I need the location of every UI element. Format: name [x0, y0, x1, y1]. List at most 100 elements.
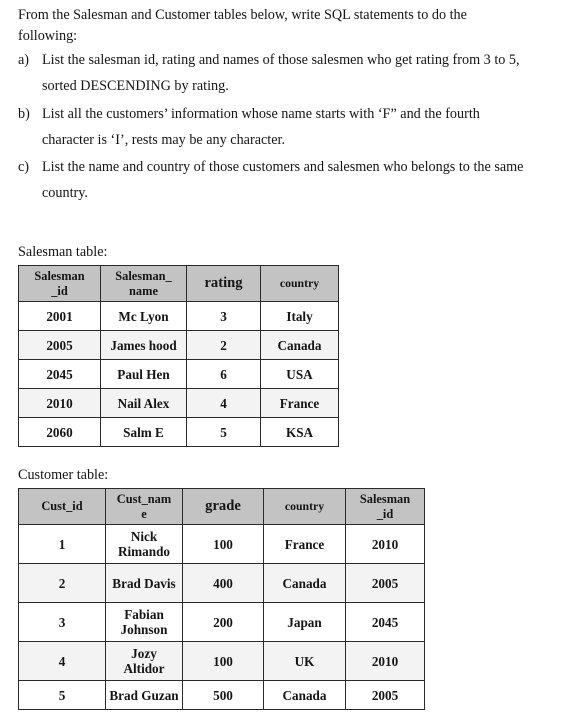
salesman-cell-rating: 2 — [186, 330, 261, 360]
customer-cell-salesman-id: 2010 — [345, 641, 425, 681]
salesman-cell-id: 2045 — [18, 359, 101, 389]
salesman-header-id: Salesman _id — [18, 265, 101, 302]
question-text-a: List the salesman id, rating and names o… — [42, 52, 520, 68]
customer-cell-cust-id: 5 — [18, 680, 106, 710]
salesman-cell-rating: 3 — [186, 301, 261, 331]
customer-cell-salesman-id: 2005 — [345, 680, 425, 710]
customer-cell-country: Canada — [263, 680, 346, 710]
salesman-header-row: Salesman _id Salesman_ name rating count… — [18, 265, 339, 302]
salesman-header-country: country — [260, 265, 339, 302]
customer-cell-grade: 100 — [182, 641, 264, 681]
salesman-cell-country: USA — [260, 359, 339, 389]
table-row: 2 Brad Davis 400 Canada 2005 — [18, 563, 425, 603]
question-item-a: a) List the salesman id, rating and name… — [18, 48, 578, 99]
table-row: 2010 Nail Alex 4 France — [18, 388, 339, 418]
intro-paragraph: From the Salesman and Customer tables be… — [18, 5, 570, 47]
question-text-c: List the name and country of those custo… — [42, 159, 524, 175]
customer-header-row: Cust_id Cust_nam e grade country Salesma… — [18, 488, 425, 525]
question-text-b-line2: character is ‘I’, rests may be any chara… — [42, 131, 286, 148]
customer-cell-country: Canada — [263, 563, 346, 603]
question-text-c-line2: country. — [42, 184, 88, 201]
customer-cell-cust-name-line2: Rimando — [117, 544, 171, 559]
salesman-cell-name: Nail Alex — [100, 388, 187, 418]
question-text-a-line2: sorted DESCENDING by rating. — [42, 77, 229, 94]
customer-cell-country: Japan — [263, 602, 346, 642]
intro-line-2: following: — [18, 28, 78, 44]
customer-cell-cust-name-line1: Jozy — [131, 646, 157, 661]
question-marker-a: a) — [18, 52, 30, 68]
table-row: 2001 Mc Lyon 3 Italy — [18, 301, 339, 331]
document-page: From the Salesman and Customer tables be… — [0, 0, 584, 727]
salesman-cell-rating: 5 — [186, 417, 261, 447]
question-text-b: List all the customers’ information whos… — [42, 106, 480, 122]
customer-header-grade: grade — [182, 488, 264, 525]
salesman-cell-id: 2005 — [18, 330, 101, 360]
salesman-cell-name: Paul Hen — [100, 359, 187, 389]
question-marker-b: b) — [18, 106, 30, 122]
customer-cell-cust-name-line1: Nick — [130, 529, 158, 544]
table-row: 2060 Salm E 5 KSA — [18, 417, 339, 447]
question-list: a) List the salesman id, rating and name… — [18, 48, 578, 206]
table-row: 1 Nick Rimando 100 France 2010 — [18, 524, 425, 564]
customer-header-cust-id: Cust_id — [18, 488, 106, 525]
customer-cell-cust-name-line2: Altidor — [123, 661, 165, 676]
customer-cell-cust-name: Jozy Altidor — [105, 641, 183, 681]
customer-cell-country: UK — [263, 641, 346, 681]
salesman-cell-country: Canada — [260, 330, 339, 360]
table-row: 4 Jozy Altidor 100 UK 2010 — [18, 641, 425, 681]
customer-cell-cust-name: Nick Rimando — [105, 524, 183, 564]
salesman-cell-country: France — [260, 388, 339, 418]
salesman-table-caption: Salesman table: — [18, 244, 108, 260]
salesman-header-name: Salesman_ name — [100, 265, 187, 302]
salesman-header-name-line1: Salesman_ — [115, 269, 172, 283]
salesman-cell-rating: 4 — [186, 388, 261, 418]
customer-cell-cust-name: Brad Guzan — [105, 680, 183, 710]
customer-cell-grade: 400 — [182, 563, 264, 603]
customer-table: Cust_id Cust_nam e grade country Salesma… — [18, 488, 425, 710]
customer-header-cust-name: Cust_nam e — [105, 488, 183, 525]
customer-cell-salesman-id: 2010 — [345, 524, 425, 564]
question-item-b: b) List all the customers’ information w… — [18, 102, 578, 153]
customer-cell-cust-name-line1: Fabian — [124, 607, 164, 622]
customer-cell-cust-id: 3 — [18, 602, 106, 642]
customer-header-cust-name-line2: e — [141, 506, 147, 521]
customer-cell-cust-name: Fabian Johnson — [105, 602, 183, 642]
table-row: 3 Fabian Johnson 200 Japan 2045 — [18, 602, 425, 642]
salesman-header-id-line2: _id — [51, 283, 68, 298]
customer-cell-cust-name: Brad Davis — [105, 563, 183, 603]
table-row: 2045 Paul Hen 6 USA — [18, 359, 339, 389]
salesman-cell-name: James hood — [100, 330, 187, 360]
salesman-cell-id: 2001 — [18, 301, 101, 331]
table-row: 5 Brad Guzan 500 Canada 2005 — [18, 680, 425, 710]
salesman-header-id-line1: Salesman — [34, 269, 85, 283]
customer-header-country: country — [263, 488, 346, 525]
question-item-c: c) List the name and country of those cu… — [18, 155, 578, 206]
table-row: 2005 James hood 2 Canada — [18, 330, 339, 360]
salesman-cell-country: Italy — [260, 301, 339, 331]
salesman-cell-name: Mc Lyon — [100, 301, 187, 331]
customer-cell-grade: 500 — [182, 680, 264, 710]
question-marker-c: c) — [18, 159, 30, 175]
salesman-table: Salesman _id Salesman_ name rating count… — [18, 265, 339, 447]
customer-cell-cust-id: 2 — [18, 563, 106, 603]
customer-header-salesman-id-line1: Salesman — [359, 492, 411, 506]
intro-line-1: From the Salesman and Customer tables be… — [18, 7, 467, 23]
customer-cell-grade: 200 — [182, 602, 264, 642]
customer-cell-cust-id: 4 — [18, 641, 106, 681]
salesman-cell-id: 2060 — [18, 417, 101, 447]
salesman-header-name-line2: name — [129, 283, 158, 298]
salesman-cell-id: 2010 — [18, 388, 101, 418]
customer-header-cust-name-line1: Cust_nam — [116, 492, 172, 506]
customer-cell-grade: 100 — [182, 524, 264, 564]
customer-cell-cust-id: 1 — [18, 524, 106, 564]
customer-cell-salesman-id: 2005 — [345, 563, 425, 603]
salesman-header-rating: rating — [186, 265, 261, 302]
customer-cell-country: France — [263, 524, 346, 564]
customer-header-salesman-id-line2: _id — [376, 506, 394, 521]
customer-table-caption: Customer table: — [18, 467, 109, 483]
salesman-cell-name: Salm E — [100, 417, 187, 447]
salesman-cell-rating: 6 — [186, 359, 261, 389]
salesman-cell-country: KSA — [260, 417, 339, 447]
customer-cell-salesman-id: 2045 — [345, 602, 425, 642]
customer-header-salesman-id: Salesman _id — [345, 488, 425, 525]
